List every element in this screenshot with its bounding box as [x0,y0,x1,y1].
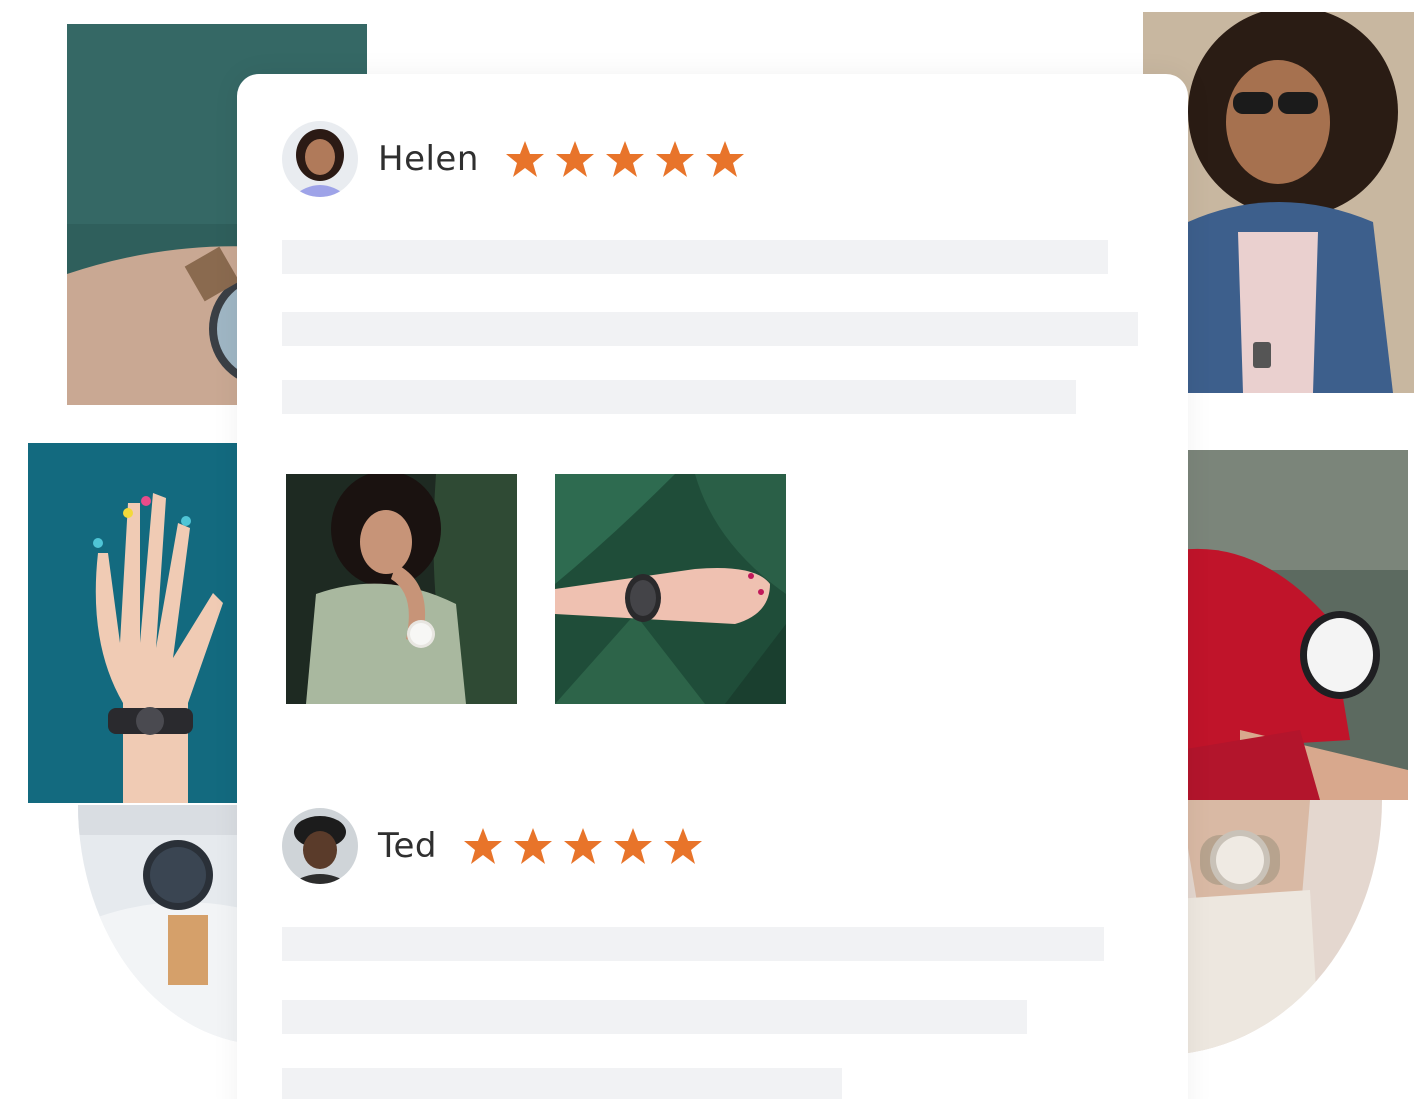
star-icon [555,139,595,179]
review-photo-woman-green-top[interactable] [286,474,517,704]
star-rating [463,826,703,866]
star-icon [605,139,645,179]
review-text-placeholder-line [282,380,1076,414]
review-card: Helen Ted [237,74,1188,1099]
star-icon [463,826,503,866]
background-photo-knit-sleeve-watch [1160,800,1382,1055]
background-photo-hand-blue-wall [28,443,238,803]
star-icon [655,139,695,179]
star-icon [505,139,545,179]
star-icon [663,826,703,866]
review-header: Helen [282,121,745,197]
star-icon [563,826,603,866]
avatar[interactable] [282,808,358,884]
review-text-placeholder-line [282,312,1138,346]
avatar[interactable] [282,121,358,197]
star-icon [513,826,553,866]
review-text-placeholder-line [282,1000,1027,1034]
review-gallery-illustration: Helen Ted [0,0,1414,1099]
review-text-placeholder-line [282,927,1104,961]
star-rating [505,139,745,179]
review-header: Ted [282,808,703,884]
reviewer-name: Helen [378,139,479,179]
review-photo-wrist-leaves[interactable] [555,474,786,704]
star-icon [613,826,653,866]
reviewer-name: Ted [378,826,437,866]
background-photo-red-sweater-watch [1180,450,1408,800]
review-text-placeholder-line [282,240,1108,274]
review-text-placeholder-line [282,1068,842,1099]
star-icon [705,139,745,179]
